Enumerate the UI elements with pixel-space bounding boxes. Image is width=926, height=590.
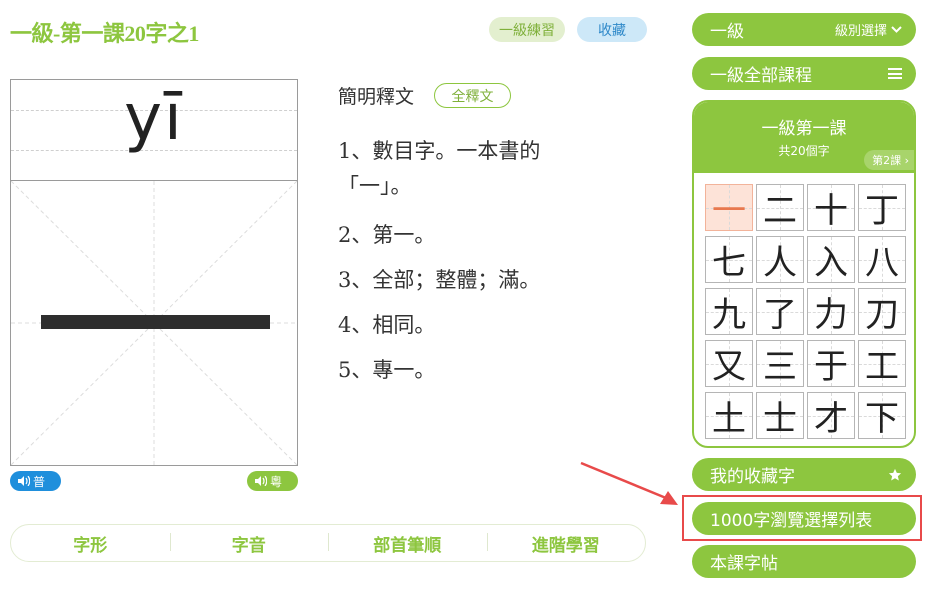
lesson-character: 丁 [865, 191, 899, 231]
lesson-character-cell[interactable]: 八 [858, 236, 906, 283]
pinyin-text: yī [124, 81, 184, 155]
lesson-character-cell[interactable]: 三 [756, 340, 804, 387]
lesson-character: 了 [763, 295, 797, 335]
lesson-character: 又 [712, 347, 746, 387]
all-lessons-button[interactable]: 一級全部課程 [692, 57, 916, 90]
mandarin-audio-button[interactable]: 普 [10, 471, 61, 491]
chevron-right-icon: › [904, 154, 909, 167]
lesson-title: 一級第一課 [761, 119, 847, 139]
lesson-character: 一 [712, 191, 746, 231]
definition-item: 3、全部；整體；滿。 [338, 268, 541, 292]
lesson-character: 入 [814, 243, 848, 283]
level-select-label: 級別選擇 [834, 24, 887, 39]
tab-sound[interactable]: 字音 [169, 531, 329, 556]
pinyin-box: yī [11, 80, 297, 181]
lesson-character-cell[interactable]: 又 [705, 340, 753, 387]
lesson-character-cell[interactable]: 土 [705, 392, 753, 439]
mandarin-label: 普 [33, 474, 46, 489]
next-lesson-label: 第2課 [872, 154, 902, 167]
speaker-icon [255, 476, 267, 486]
lesson-character: 士 [763, 399, 797, 439]
definition-item: 2、第一。 [338, 223, 436, 247]
definition-header-label: 簡明釋文 [338, 86, 415, 108]
lesson-character: 于 [814, 347, 848, 387]
lesson-character-cell[interactable]: 刀 [858, 288, 906, 335]
lesson-character-cell[interactable]: 二 [756, 184, 804, 231]
next-lesson-button[interactable]: 第2課 › [864, 150, 914, 170]
chevron-down-icon [891, 26, 902, 33]
lesson-header: 一級第一課 共20個字 第2課 › [694, 102, 914, 173]
lesson-character-grid: 一二十丁七人入八九了力刀又三于工土士才下 [705, 184, 906, 439]
lesson-character-cell[interactable]: 士 [756, 392, 804, 439]
my-favorites-label: 我的收藏字 [710, 467, 795, 487]
level-select-dropdown[interactable]: 級別選擇 [835, 20, 902, 39]
lesson-character: 三 [763, 347, 797, 387]
all-lessons-label: 一級全部課程 [710, 66, 812, 86]
cantonese-label: 粵 [270, 474, 283, 489]
bottom-tab-bar: 字形 字音 部首筆順 進階學習 [10, 524, 646, 562]
cantonese-audio-button[interactable]: 粵 [247, 471, 298, 491]
level-label: 一級 [710, 22, 744, 42]
lesson-character: 九 [712, 295, 746, 335]
lesson-character: 七 [712, 243, 746, 283]
speaker-icon [18, 476, 30, 486]
lesson-character-cell[interactable]: 入 [807, 236, 855, 283]
lesson-character-cell[interactable]: 下 [858, 392, 906, 439]
page-title: 一級-第一課20字之1 [10, 21, 199, 46]
lesson-character: 土 [712, 399, 746, 439]
definition-list: 1、數目字。一本書的「一」。 2、第一。 3、全部；整體；滿。 4、相同。 5、… [338, 134, 598, 393]
character-card: yī [10, 79, 298, 466]
lesson-character: 二 [763, 191, 797, 231]
tab-shape[interactable]: 字形 [11, 531, 170, 556]
lesson-character-cell[interactable]: 才 [807, 392, 855, 439]
lesson-character: 工 [865, 347, 899, 387]
my-favorites-button[interactable]: 我的收藏字 [692, 458, 916, 491]
lesson-character: 十 [814, 191, 848, 231]
lesson-panel: 一級第一課 共20個字 第2課 › 一二十丁七人入八九了力刀又三于工土士才下 [692, 100, 916, 448]
highlight-box [682, 495, 922, 541]
definition-item: 5、專一。 [338, 358, 436, 382]
lesson-character: 下 [865, 399, 899, 439]
menu-icon [888, 68, 902, 79]
lesson-character-cell[interactable]: 丁 [858, 184, 906, 231]
definition-item: 4、相同。 [338, 313, 436, 337]
character-stroke [41, 315, 270, 329]
lesson-character: 才 [814, 399, 848, 439]
lesson-character-cell[interactable]: 十 [807, 184, 855, 231]
full-definition-button[interactable]: 全釋文 [434, 83, 512, 108]
lesson-character: 刀 [865, 295, 899, 335]
lesson-character-cell[interactable]: 一 [705, 184, 753, 231]
level-selector[interactable]: 一級 級別選擇 [692, 13, 916, 46]
lesson-character-cell[interactable]: 人 [756, 236, 804, 283]
copybook-button[interactable]: 本課字帖 [692, 545, 916, 578]
lesson-character: 八 [865, 243, 899, 283]
lesson-character-cell[interactable]: 力 [807, 288, 855, 335]
lesson-character-cell[interactable]: 七 [705, 236, 753, 283]
lesson-character-cell[interactable]: 工 [858, 340, 906, 387]
lesson-character-cell[interactable]: 于 [807, 340, 855, 387]
favorite-button[interactable]: 收藏 [577, 17, 647, 42]
lesson-character-cell[interactable]: 九 [705, 288, 753, 335]
definition-header: 簡明釋文 全釋文 [338, 82, 512, 109]
tab-radical-stroke-order[interactable]: 部首筆順 [328, 531, 487, 556]
copybook-label: 本課字帖 [710, 554, 778, 574]
lesson-character: 力 [814, 295, 848, 335]
lesson-character: 人 [763, 243, 797, 283]
level-practice-button[interactable]: 一級練習 [489, 17, 565, 42]
annotation-arrow [580, 461, 678, 505]
lesson-character-cell[interactable]: 了 [756, 288, 804, 335]
definition-item: 1、數目字。一本書的「一」。 [338, 139, 541, 198]
tab-advanced-learning[interactable]: 進階學習 [486, 531, 646, 556]
star-icon [888, 468, 902, 481]
